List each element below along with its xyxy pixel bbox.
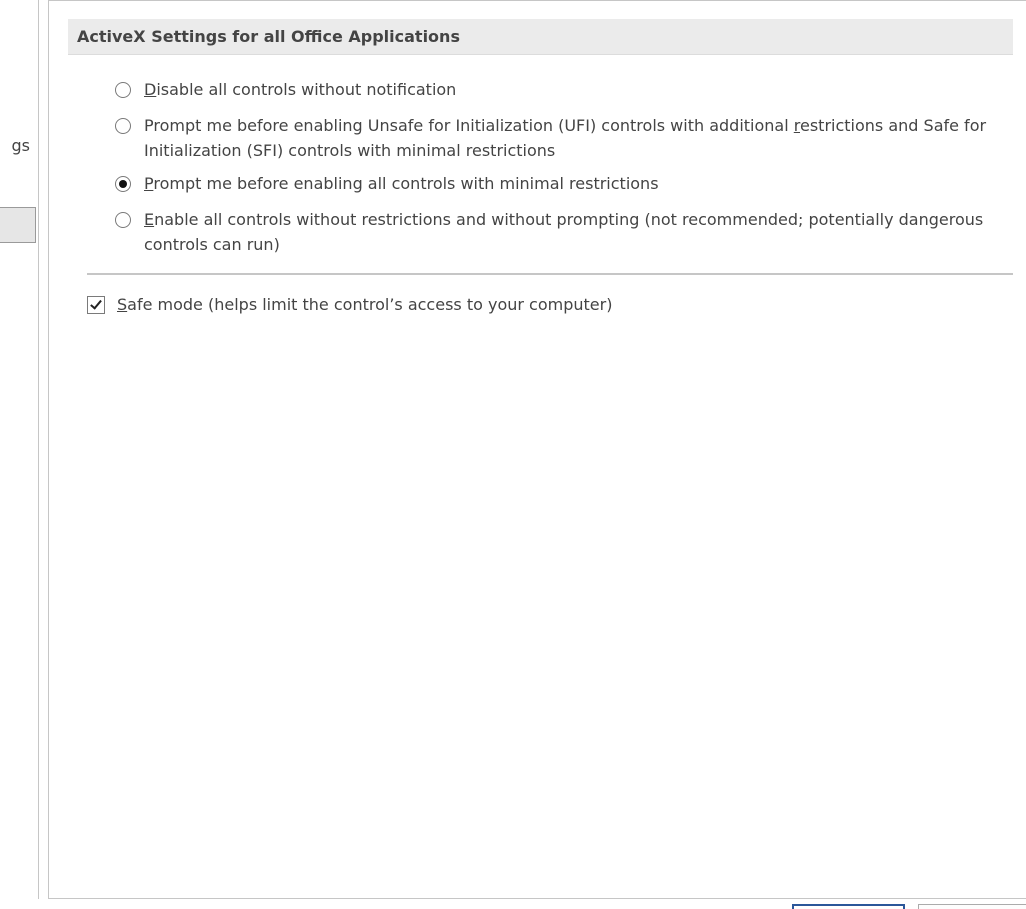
access-key: D (144, 80, 157, 99)
safe-mode-option[interactable]: Safe mode (helps limit the control’s acc… (87, 295, 612, 315)
radio-option-prompt-ufi[interactable]: Prompt me before enabling Unsafe for Ini… (115, 116, 995, 163)
radio-option-disable-all[interactable]: Disable all controls without notificatio… (115, 80, 995, 102)
access-key: P (144, 174, 154, 193)
safe-mode-checkbox[interactable] (87, 296, 105, 314)
radio-option-enable-all[interactable]: Enable all controls without restrictions… (115, 210, 995, 257)
trust-center-activex-settings: gs ActiveX Settings for all Office Appli… (0, 0, 1026, 909)
section-header: ActiveX Settings for all Office Applicat… (68, 19, 1013, 55)
trust-center-nav: gs (0, 0, 39, 899)
section-title: ActiveX Settings for all Office Applicat… (77, 27, 460, 46)
radio-button[interactable] (115, 118, 131, 134)
radio-label[interactable]: Prompt me before enabling all controls w… (144, 171, 994, 196)
ok-button[interactable] (792, 904, 905, 909)
cancel-button[interactable] (918, 904, 1026, 909)
settings-panel: ActiveX Settings for all Office Applicat… (48, 0, 1026, 899)
safe-mode-label[interactable]: Safe mode (helps limit the control’s acc… (117, 295, 612, 315)
access-key: S (117, 295, 128, 314)
nav-item-partial[interactable]: gs (0, 136, 31, 155)
radio-button[interactable] (115, 82, 131, 98)
radio-label[interactable]: Prompt me before enabling Unsafe for Ini… (144, 113, 994, 163)
nav-item-selected[interactable] (0, 207, 36, 243)
radio-label[interactable]: Disable all controls without notificatio… (144, 77, 994, 102)
radio-button-selected[interactable] (115, 176, 131, 192)
access-key: E (144, 210, 155, 229)
radio-button[interactable] (115, 212, 131, 228)
section-divider (87, 273, 1013, 275)
radio-label[interactable]: Enable all controls without restrictions… (144, 207, 994, 257)
radio-option-prompt-all[interactable]: Prompt me before enabling all controls w… (115, 174, 995, 196)
